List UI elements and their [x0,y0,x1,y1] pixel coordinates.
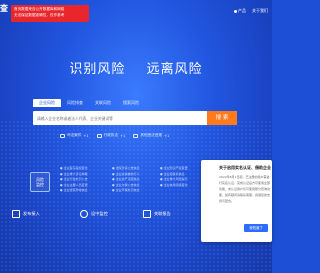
stat-judicial[interactable]: 司法案件 +1 [60,133,89,138]
popup-confirm-button[interactable]: 我知道了 [244,224,268,232]
bottom-link-publish[interactable]: 发布接入 [12,210,40,218]
gavel-icon [60,133,65,138]
site-logo[interactable]: 查 [0,3,8,14]
grid-icon [12,210,20,218]
notice-banner: 首页数据来自公开数据库和网络 无法保证数据准确性，仅作参考 [11,5,89,22]
risk-monitor-card[interactable]: 风险 监控 [30,172,50,192]
slogan-right: 远离风险 [146,62,203,77]
warning-icon [133,133,139,138]
bottom-link-label: 设中监控 [91,211,108,216]
stat-value: +1 [120,133,126,138]
search-tabs: 企业风险 风险排查 关联风险 搜索风险 [33,99,145,107]
notice-popup: 关于启用实名认证、借助企业 2022年8月1日起，已注册的用户需进行实名认证，完… [201,160,272,242]
top-nav: 产品 关于我们 [234,8,268,14]
popup-body: 2022年8月1日起，已注册的用户需进行实名认证，完成认证后方可使用全部功能，未… [219,175,271,203]
feature-list-1: ● 企业股东股权变化 ● 企业重大诉讼仲裁 ● 企业行政处罚公告 ● 企业主要人… [60,166,88,194]
globe-icon [80,210,88,218]
list-item: ● 企业行政处罚公告 [60,177,88,182]
list-item: ● 企业信用评级变化 [160,182,188,187]
tab-company-risk[interactable]: 企业风险 [33,99,61,107]
nav-item-label: 产品 [238,8,246,13]
stat-other-violations[interactable]: 其他违法违规 +1 [133,133,169,138]
bottom-link-label: 关联报告 [154,211,171,216]
feature-list-3: ● 企业知识产权变更 ● 企业招投标信息 ● 企业重大风险提示 ● 企业信用评级… [160,166,188,188]
notice-line-2: 无法保证数据准确性，仅作参考 [14,13,65,17]
nav-item-about[interactable]: 关于我们 [252,8,268,14]
top-bar: 查 首页数据来自公开数据库和网络 无法保证数据准确性，仅作参考 产品 关于我们 [0,0,272,22]
risk-stats: 司法案件 +1 行政执法 +1 其他违法违规 +1 [60,133,169,138]
list-item: ● 法院涉诉公告信息 [112,166,140,170]
card-line-2: 监控 [36,182,44,187]
feature-list-2: ● 法院涉诉公告信息 ● 企业失信被执行人 ● 企业资产冻结信息 ● 企业欠税公… [112,166,140,194]
list-item: ● 企业经营异常信息 [60,188,88,193]
nav-item-label: 关于我们 [252,8,268,13]
list-item: ● 企业环保处罚信息 [112,188,140,193]
nav-item-products[interactable]: 产品 [234,8,246,14]
list-item: ● 企业重大风险提示 [160,177,188,182]
stat-value: +1 [163,133,170,138]
bottom-link-report[interactable]: 关联报告 [143,210,171,218]
search-button[interactable]: 搜 索 [207,111,237,125]
stat-label: 行政执法 [103,133,119,137]
list-item: ● 企业资产冻结信息 [112,177,140,182]
tab-related-risk[interactable]: 关联风险 [89,99,117,107]
list-item: ● 企业知识产权变更 [160,166,188,170]
slogan-left: 识别风险 [69,62,126,77]
stat-administrative[interactable]: 行政执法 +1 [96,133,126,138]
list-item: ● 企业股东股权变化 [60,166,88,170]
bottom-link-label: 发布接入 [23,211,40,216]
search-box: 搜 索 [33,111,237,125]
stat-label: 司法案件 [67,133,82,137]
stat-value: +1 [83,133,89,138]
popup-title: 关于启用实名认证、借助企业 [219,165,271,170]
bullet-icon [234,9,237,13]
bottom-link-monitor[interactable]: 设中监控 [80,210,108,218]
search-input[interactable] [37,114,202,122]
document-icon [96,133,102,138]
hero-slogan: 识别风险 远离风险 [0,58,272,77]
tab-risk-check[interactable]: 风险排查 [61,99,89,107]
stat-label: 其他违法违规 [140,133,162,137]
report-icon [143,210,151,218]
tab-search-risk[interactable]: 搜索风险 [117,99,145,107]
